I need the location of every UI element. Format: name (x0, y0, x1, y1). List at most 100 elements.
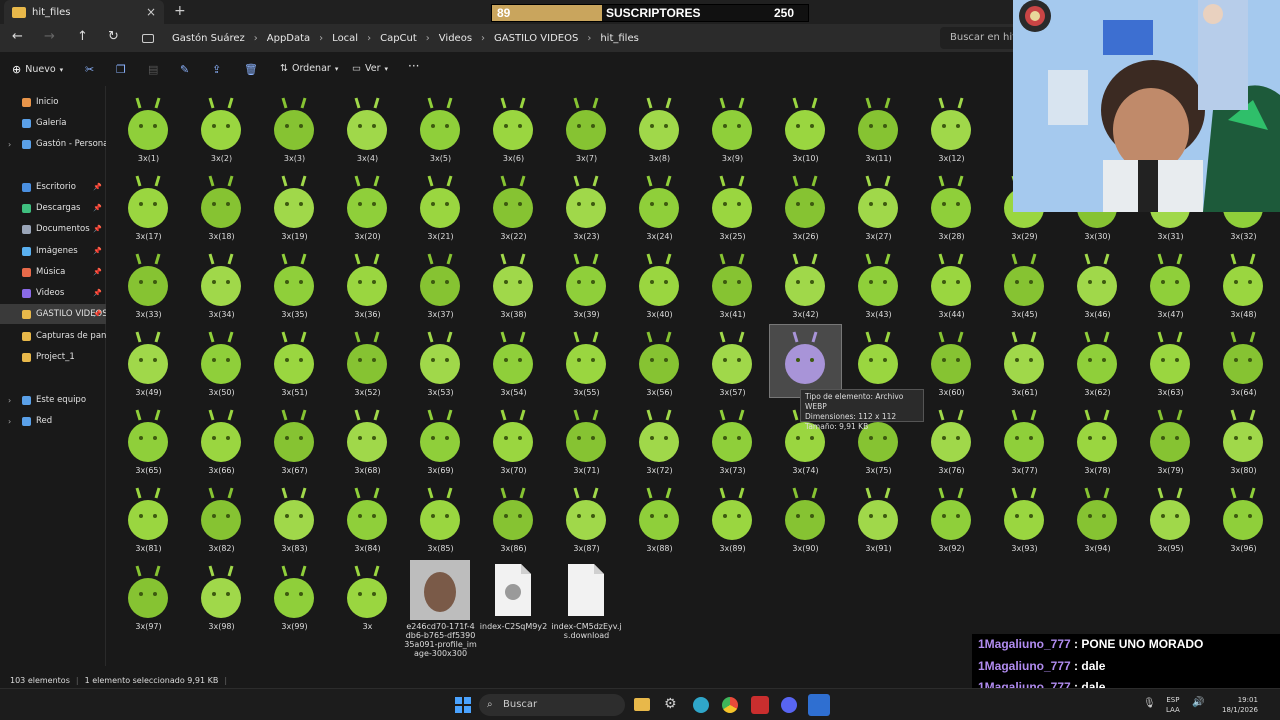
file-item[interactable]: 3x(64) (1207, 324, 1280, 402)
mic-icon[interactable]: 🎙 (1143, 698, 1156, 709)
delete-icon[interactable]: 🗑 (244, 63, 258, 76)
chrome-icon[interactable] (722, 697, 738, 713)
chevron-right-icon[interactable]: › (8, 140, 11, 149)
file-item[interactable]: 3x(92) (915, 480, 988, 558)
breadcrumb-item[interactable]: hit_files (600, 33, 638, 44)
sidebar-item[interactable]: Descargas 📌 (0, 198, 106, 218)
file-item[interactable]: 3x(3) (258, 90, 331, 168)
file-item[interactable]: 3x(10) (769, 90, 842, 168)
file-item[interactable]: 3x(17) (112, 168, 185, 246)
address-bar[interactable]: Gastón Suárez › AppData › Local › CapCut › Video… (134, 27, 934, 49)
sort-button[interactable]: ⇅ Ordenar ▾ (280, 63, 338, 74)
file-item[interactable]: 3x(48) (1207, 246, 1280, 324)
new-button[interactable]: ⊕ Nuevo ▾ (12, 63, 63, 76)
file-item[interactable]: 3x(86) (477, 480, 550, 558)
file-item[interactable]: 3x(5) (404, 90, 477, 168)
file-item[interactable]: 3x(61) (988, 324, 1061, 402)
file-item[interactable]: 3x(57) (696, 324, 769, 402)
file-item[interactable]: 3x(35) (258, 246, 331, 324)
sidebar-item[interactable]: Escritorio 📌 (0, 177, 106, 197)
clock[interactable]: 19:01 18/1/2026 (1222, 695, 1258, 715)
speaker-icon[interactable]: 🔊 (1192, 697, 1204, 708)
file-item[interactable]: 3x(21) (404, 168, 477, 246)
file-item[interactable]: 3x(88) (623, 480, 696, 558)
sidebar-item[interactable]: Videos 📌 (0, 283, 106, 303)
file-item[interactable]: 3x(83) (258, 480, 331, 558)
file-item[interactable]: 3x(90) (769, 480, 842, 558)
chevron-right-icon[interactable]: › (8, 417, 11, 426)
file-item[interactable]: 3x(72) (623, 402, 696, 480)
breadcrumb-item[interactable]: Gastón Suárez (172, 33, 245, 44)
file-explorer-icon[interactable] (634, 698, 650, 711)
rename-icon[interactable]: ✎ (180, 63, 189, 76)
file-item[interactable]: 3x(60) (915, 324, 988, 402)
breadcrumb-item[interactable]: Local (332, 33, 358, 44)
file-item[interactable]: 3x(89) (696, 480, 769, 558)
file-item[interactable]: 3x(1) (112, 90, 185, 168)
share-icon[interactable]: ⇪ (212, 63, 221, 76)
file-item[interactable]: e246cd70-171f-4db6-b765-df539035a091-pro… (404, 558, 477, 658)
file-item[interactable]: 3x(39) (550, 246, 623, 324)
file-item[interactable]: 3x(53) (404, 324, 477, 402)
file-item[interactable]: 3x(46) (1061, 246, 1134, 324)
file-item[interactable]: 3x(98) (185, 558, 258, 636)
discord-icon[interactable] (781, 697, 797, 713)
file-item[interactable]: index-CM5dzEyv.js.download (550, 558, 623, 640)
forward-arrow-icon[interactable]: → (44, 29, 55, 44)
file-item[interactable]: 3x(81) (112, 480, 185, 558)
file-item[interactable]: 3x(85) (404, 480, 477, 558)
file-item[interactable]: 3x(11) (842, 90, 915, 168)
file-item[interactable]: 3x(63) (1134, 324, 1207, 402)
sidebar-item[interactable]: GASTILO VIDEOS 📌 (0, 304, 106, 324)
file-item[interactable]: 3x(50) (185, 324, 258, 402)
file-item[interactable]: 3x(65) (112, 402, 185, 480)
file-item[interactable]: 3x(97) (112, 558, 185, 636)
file-item[interactable]: 3x(95) (1134, 480, 1207, 558)
file-item[interactable]: 3x(4) (331, 90, 404, 168)
sidebar-item[interactable]: Capturas de pantall (0, 326, 106, 346)
file-item[interactable]: 3x(91) (842, 480, 915, 558)
file-item[interactable]: 3x(76) (915, 402, 988, 480)
sidebar-item[interactable]: Música 📌 (0, 262, 106, 282)
file-item[interactable]: 3x(99) (258, 558, 331, 636)
file-item[interactable]: 3x(69) (404, 402, 477, 480)
breadcrumb-item[interactable]: AppData (267, 33, 310, 44)
file-item[interactable]: 3x(20) (331, 168, 404, 246)
sidebar-item[interactable]: › Gastón - Personal (0, 134, 106, 154)
file-item[interactable]: 3x(40) (623, 246, 696, 324)
paste-icon[interactable]: ▤ (148, 63, 158, 76)
file-item[interactable]: 3x(62) (1061, 324, 1134, 402)
file-item[interactable]: 3x(84) (331, 480, 404, 558)
sidebar-item[interactable]: Documentos 📌 (0, 219, 106, 239)
file-item[interactable]: 3x(45) (988, 246, 1061, 324)
refresh-icon[interactable]: ↻ (108, 29, 119, 44)
windows-start-icon[interactable] (455, 697, 471, 713)
breadcrumb-item[interactable]: CapCut (380, 33, 417, 44)
taskbar-search[interactable]: ⌕ Buscar (479, 694, 625, 716)
file-item[interactable]: 3x(19) (258, 168, 331, 246)
copy-icon[interactable]: ❐ (116, 63, 126, 76)
close-tab-icon[interactable]: × (146, 5, 156, 19)
cut-icon[interactable]: ✂ (85, 63, 94, 76)
file-item[interactable]: 3x(47) (1134, 246, 1207, 324)
file-item[interactable]: 3x(18) (185, 168, 258, 246)
file-item[interactable]: 3x(38) (477, 246, 550, 324)
sidebar-item[interactable]: Inicio (0, 92, 106, 112)
file-item[interactable]: 3x(42) (769, 246, 842, 324)
file-item[interactable]: 3x(34) (185, 246, 258, 324)
more-options-icon[interactable]: ··· (408, 59, 419, 73)
file-item[interactable]: 3x(26) (769, 168, 842, 246)
file-item[interactable]: 3x(8) (623, 90, 696, 168)
file-item[interactable]: 3x(52) (331, 324, 404, 402)
file-item[interactable]: 3x(87) (550, 480, 623, 558)
file-item[interactable]: 3x(82) (185, 480, 258, 558)
sidebar-item[interactable]: Imágenes 📌 (0, 241, 106, 261)
file-item[interactable]: 3x(2) (185, 90, 258, 168)
file-item[interactable]: 3x(71) (550, 402, 623, 480)
chevron-right-icon[interactable]: › (8, 396, 11, 405)
edge-icon[interactable] (693, 697, 709, 713)
back-arrow-icon[interactable]: ← (12, 29, 23, 44)
file-item[interactable]: 3x(7) (550, 90, 623, 168)
file-item[interactable]: 3x(9) (696, 90, 769, 168)
file-item[interactable]: 3x(79) (1134, 402, 1207, 480)
